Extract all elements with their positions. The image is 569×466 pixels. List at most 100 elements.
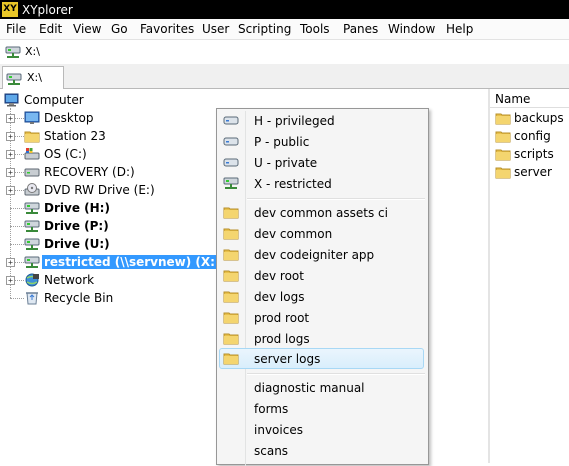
menu-file[interactable]: File xyxy=(6,22,26,36)
menu-item-document[interactable]: forms xyxy=(219,398,424,419)
tree-item-label: Network xyxy=(44,273,95,287)
menu-separator xyxy=(247,373,425,375)
tree-item-desktop[interactable]: + Desktop xyxy=(0,109,200,127)
menu-item-label: dev logs xyxy=(254,290,305,304)
folder-icon xyxy=(223,289,239,306)
menu-window[interactable]: Window xyxy=(388,22,435,36)
tree-item-label: Drive (U:) xyxy=(44,237,110,251)
menu-item-label: U - private xyxy=(254,156,318,170)
drive-icon xyxy=(24,147,40,161)
network-icon xyxy=(24,273,40,287)
menu-view[interactable]: View xyxy=(73,22,101,36)
list-item-label: scripts xyxy=(514,147,554,161)
tab-label: X:\ xyxy=(27,71,42,84)
network-drive-icon xyxy=(5,45,21,62)
menu-item-drive-p[interactable]: P - public xyxy=(219,131,424,152)
menu-panes[interactable]: Panes xyxy=(343,22,378,36)
column-header-name[interactable]: Name xyxy=(490,89,569,108)
tree-item-os-c[interactable]: + OS (C:) xyxy=(0,145,200,163)
tree-item-dvd-e[interactable]: + DVD RW Drive (E:) xyxy=(0,181,200,199)
menu-user[interactable]: User xyxy=(202,22,229,36)
list-item[interactable]: server xyxy=(490,163,569,181)
folder-icon xyxy=(223,331,239,348)
network-drive-icon xyxy=(24,237,40,251)
expand-toggle-icon[interactable]: + xyxy=(6,150,15,159)
menu-item-document[interactable]: diagnostic manual xyxy=(219,377,424,398)
menu-item-drive-h[interactable]: H - privileged xyxy=(219,110,424,131)
menu-item-document[interactable]: scans xyxy=(219,440,424,461)
menu-go[interactable]: Go xyxy=(111,22,128,36)
tree-item-recovery-d[interactable]: + RECOVERY (D:) xyxy=(0,163,200,181)
expand-toggle-icon[interactable]: + xyxy=(6,132,15,141)
menu-item-document[interactable]: invoices xyxy=(219,419,424,440)
menu-item-label: diagnostic manual xyxy=(254,381,365,395)
app-logo-icon: XY xyxy=(2,2,18,17)
tree-item-recycle-bin[interactable]: Recycle Bin xyxy=(0,289,200,307)
folder-icon xyxy=(223,351,239,368)
folder-icon xyxy=(24,129,40,143)
folder-icon xyxy=(223,226,239,243)
folder-icon xyxy=(223,268,239,285)
menu-bar: File Edit View Go Favorites User Scripti… xyxy=(0,19,569,40)
menu-item-drive-u[interactable]: U - private xyxy=(219,152,424,173)
network-drive-icon xyxy=(223,155,239,172)
expand-toggle-icon[interactable]: + xyxy=(6,114,15,123)
tree-item-label: Station 23 xyxy=(44,129,106,143)
network-drive-icon xyxy=(24,201,40,215)
menu-item-folder[interactable]: dev logs xyxy=(219,286,424,307)
list-item[interactable]: config xyxy=(490,127,569,145)
tree-item-drive-p[interactable]: Drive (P:) xyxy=(0,217,200,235)
tree-item-computer[interactable]: Computer xyxy=(0,91,200,109)
list-item-label: server xyxy=(514,165,552,179)
folder-icon xyxy=(495,165,511,182)
network-drive-icon xyxy=(223,113,239,130)
menu-item-label: invoices xyxy=(254,423,303,437)
menu-item-label: H - privileged xyxy=(254,114,335,128)
tree-item-restricted-x[interactable]: + restricted (\\servnew) (X:) xyxy=(0,253,223,271)
menu-item-folder[interactable]: prod logs xyxy=(219,328,424,349)
tab-x-drive[interactable]: X:\ xyxy=(2,66,64,89)
menu-item-folder[interactable]: dev codeigniter app xyxy=(219,244,424,265)
folder-icon xyxy=(223,205,239,222)
menu-item-folder[interactable]: dev common xyxy=(219,223,424,244)
tree-item-station-23[interactable]: + Station 23 xyxy=(0,127,200,145)
list-item[interactable]: backups xyxy=(490,109,569,127)
tree-item-label: restricted (\\servnew) (X:) xyxy=(42,255,223,269)
menu-item-label: forms xyxy=(254,402,289,416)
address-bar[interactable]: X:\ xyxy=(0,40,569,65)
menu-item-folder[interactable]: dev root xyxy=(219,265,424,286)
tree-item-label: DVD RW Drive (E:) xyxy=(44,183,155,197)
tree-item-drive-h[interactable]: Drive (H:) xyxy=(0,199,200,217)
file-list: Name backups config scripts server xyxy=(490,89,569,463)
desktop-icon xyxy=(24,111,40,125)
menu-item-drive-x[interactable]: X - restricted xyxy=(219,173,424,194)
menu-favorites[interactable]: Favorites xyxy=(140,22,194,36)
tree-item-drive-u[interactable]: Drive (U:) xyxy=(0,235,200,253)
tree-item-network[interactable]: + Network xyxy=(0,271,200,289)
menu-tools[interactable]: Tools xyxy=(300,22,330,36)
recycle-bin-icon xyxy=(24,291,40,305)
computer-icon xyxy=(4,93,20,107)
menu-item-folder-hovered[interactable]: server logs xyxy=(219,348,424,369)
expand-toggle-icon[interactable]: + xyxy=(6,186,15,195)
menu-help[interactable]: Help xyxy=(446,22,473,36)
network-drive-icon xyxy=(223,134,239,151)
menu-item-folder[interactable]: prod root xyxy=(219,307,424,328)
tree-item-label: Drive (H:) xyxy=(44,201,110,215)
expand-toggle-icon[interactable]: + xyxy=(6,168,15,177)
address-input[interactable]: X:\ xyxy=(25,45,40,58)
folder-icon xyxy=(223,310,239,327)
expand-toggle-icon[interactable]: + xyxy=(6,276,15,285)
tree-item-label: RECOVERY (D:) xyxy=(44,165,135,179)
menu-scripting[interactable]: Scripting xyxy=(238,22,291,36)
menu-item-label: scans xyxy=(254,444,289,458)
expand-toggle-icon[interactable]: + xyxy=(6,258,15,267)
folder-icon xyxy=(223,247,239,264)
menu-item-folder[interactable]: dev common assets ci xyxy=(219,202,424,223)
network-drive-icon xyxy=(6,72,22,89)
folder-icon xyxy=(495,129,511,146)
menu-item-label: prod root xyxy=(254,311,310,325)
list-item[interactable]: scripts xyxy=(490,145,569,163)
network-drive-icon xyxy=(24,255,40,269)
menu-edit[interactable]: Edit xyxy=(39,22,62,36)
